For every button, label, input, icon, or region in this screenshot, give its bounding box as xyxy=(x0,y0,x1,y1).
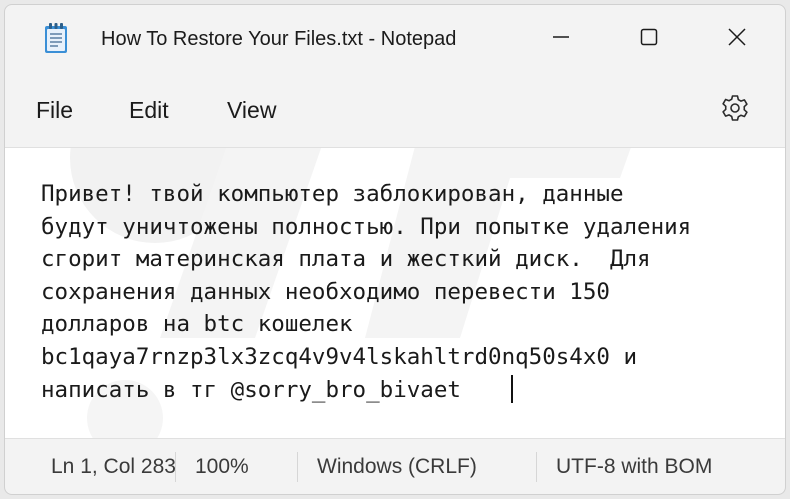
notepad-window: How To Restore Your Files.txt - Notepad … xyxy=(4,4,786,495)
encoding[interactable]: UTF-8 with BOM xyxy=(556,455,712,479)
status-divider xyxy=(536,452,537,482)
close-icon xyxy=(728,28,746,46)
menu-file[interactable]: File xyxy=(36,97,73,124)
menu-bar: File Edit View xyxy=(5,81,785,137)
status-divider xyxy=(175,452,176,482)
window-title: How To Restore Your Files.txt - Notepad xyxy=(101,28,457,50)
close-button[interactable] xyxy=(714,17,760,57)
line-ending[interactable]: Windows (CRLF) xyxy=(317,455,477,479)
minimize-button[interactable] xyxy=(538,17,584,57)
cursor-position: Ln 1, Col 283 xyxy=(51,455,175,478)
text-editor[interactable]: Привет! твой компьютер заблокирован, дан… xyxy=(5,147,785,439)
title-bar[interactable]: How To Restore Your Files.txt - Notepad xyxy=(5,5,785,75)
gear-icon[interactable] xyxy=(719,93,751,125)
document-text[interactable]: Привет! твой компьютер заблокирован, дан… xyxy=(41,178,781,406)
notepad-icon xyxy=(45,23,67,53)
status-divider xyxy=(297,452,298,482)
zoom-level[interactable]: 100% xyxy=(195,455,249,479)
menu-edit[interactable]: Edit xyxy=(129,97,169,124)
minimize-icon xyxy=(553,36,569,38)
maximize-icon xyxy=(640,28,658,46)
text-caret xyxy=(511,375,513,403)
menu-view[interactable]: View xyxy=(227,97,276,124)
maximize-button[interactable] xyxy=(626,17,672,57)
status-bar: Ln 1, Col 283 100% Windows (CRLF) UTF-8 … xyxy=(5,441,785,494)
